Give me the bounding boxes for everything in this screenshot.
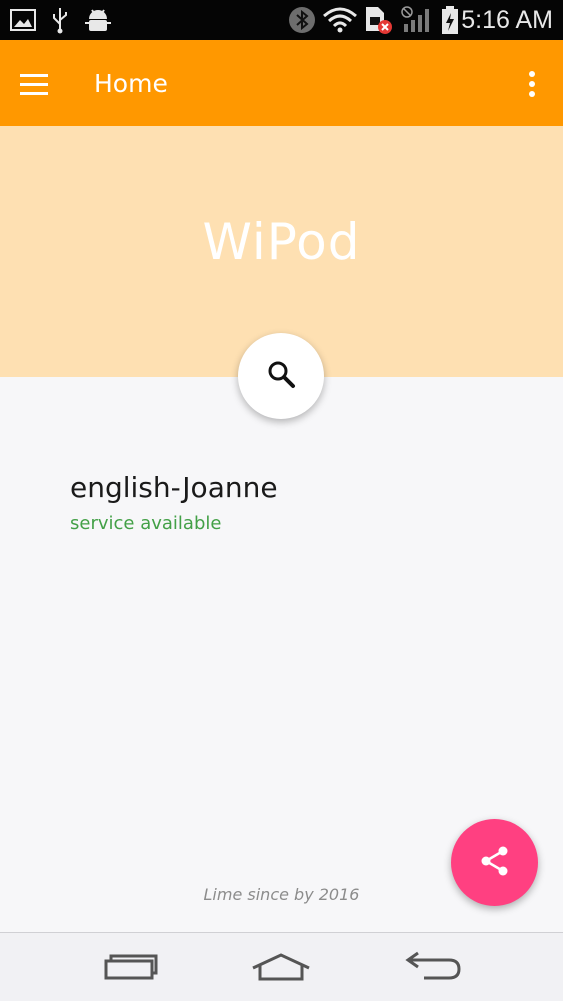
android-debug-icon	[84, 6, 112, 34]
hamburger-menu-icon[interactable]	[18, 62, 70, 106]
battery-charging-icon	[440, 6, 460, 34]
recent-apps-icon[interactable]	[90, 945, 170, 989]
home-icon[interactable]	[241, 945, 321, 989]
page-title: Home	[94, 69, 168, 98]
back-icon[interactable]	[393, 945, 473, 989]
more-vert-icon[interactable]	[517, 62, 547, 106]
image-icon	[10, 6, 36, 34]
status-time: 5:16 AM	[461, 6, 553, 34]
status-bar: 5:16 AM	[0, 0, 563, 40]
service-name[interactable]: english-Joanne	[70, 470, 278, 506]
search-icon	[266, 359, 296, 393]
navigation-bar	[0, 932, 563, 1001]
wifi-icon	[322, 6, 358, 34]
brand-title: WiPod	[202, 213, 361, 271]
app-bar: Home	[0, 40, 563, 126]
service-status: service available	[70, 513, 222, 534]
share-button[interactable]	[451, 819, 538, 906]
bluetooth-icon	[288, 6, 316, 34]
signal-icon	[400, 6, 434, 34]
usb-icon	[50, 6, 70, 34]
share-icon	[478, 844, 512, 882]
sim-error-icon	[362, 6, 394, 34]
search-button[interactable]	[238, 333, 324, 419]
